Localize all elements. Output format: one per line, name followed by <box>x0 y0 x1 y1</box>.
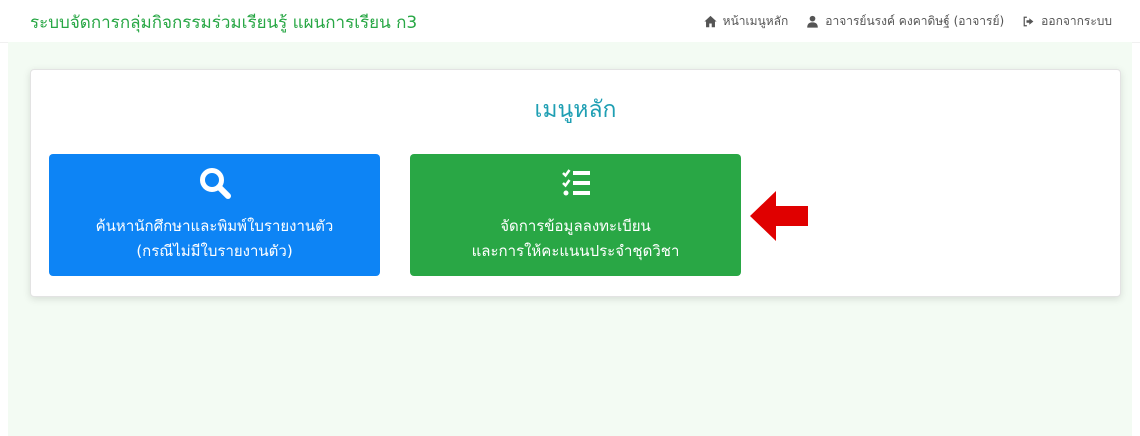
search-icon <box>49 166 380 200</box>
user-icon <box>807 15 819 28</box>
button-line: จัดการข้อมูลลงทะเบียน <box>500 217 651 235</box>
nav-logout-link[interactable]: ออกจากระบบ <box>1022 12 1112 31</box>
button-line: และการให้คะแนนประจำชุดวิชา <box>471 242 680 260</box>
search-students-label: ค้นหานักศึกษาและพิมพ์ใบรายงานตัว (กรณีไม… <box>49 214 380 264</box>
list-check-icon <box>410 166 741 200</box>
nav-logout-label: ออกจากระบบ <box>1041 14 1112 28</box>
nav-home-label: หน้าเมนูหลัก <box>722 14 789 28</box>
sign-out-icon <box>1023 16 1034 27</box>
red-arrow-icon <box>750 191 808 241</box>
main-menu-card: เมนูหลัก ค้นหานักศึกษาและพิมพ์ใบรายงานตั… <box>30 69 1121 297</box>
button-line: (กรณีไม่มีใบรายงานตัว) <box>136 242 293 260</box>
manage-registration-button[interactable]: จัดการข้อมูลลงทะเบียน และการให้คะแนนประจ… <box>410 154 741 276</box>
navbar: ระบบจัดการกลุ่มกิจกรรมร่วมเรียนรู้ แผนกา… <box>0 0 1140 43</box>
home-icon <box>704 15 717 28</box>
nav-home-link[interactable]: หน้าเมนูหลัก <box>704 12 789 31</box>
app-title[interactable]: ระบบจัดการกลุ่มกิจกรรมร่วมเรียนรู้ แผนกา… <box>30 9 417 36</box>
nav-links: หน้าเมนูหลัก อาจารย์นรงค์ คงคาดิษฐ์ (อาจ… <box>704 12 1112 31</box>
manage-registration-label: จัดการข้อมูลลงทะเบียน และการให้คะแนนประจ… <box>410 214 741 264</box>
nav-user-label: อาจารย์นรงค์ คงคาดิษฐ์ (อาจารย์) <box>825 14 1005 28</box>
button-line: ค้นหานักศึกษาและพิมพ์ใบรายงานตัว <box>95 217 334 235</box>
card-title: เมนูหลัก <box>534 97 617 123</box>
search-students-button[interactable]: ค้นหานักศึกษาและพิมพ์ใบรายงานตัว (กรณีไม… <box>49 154 380 276</box>
nav-user-link[interactable]: อาจารย์นรงค์ คงคาดิษฐ์ (อาจารย์) <box>806 12 1004 31</box>
